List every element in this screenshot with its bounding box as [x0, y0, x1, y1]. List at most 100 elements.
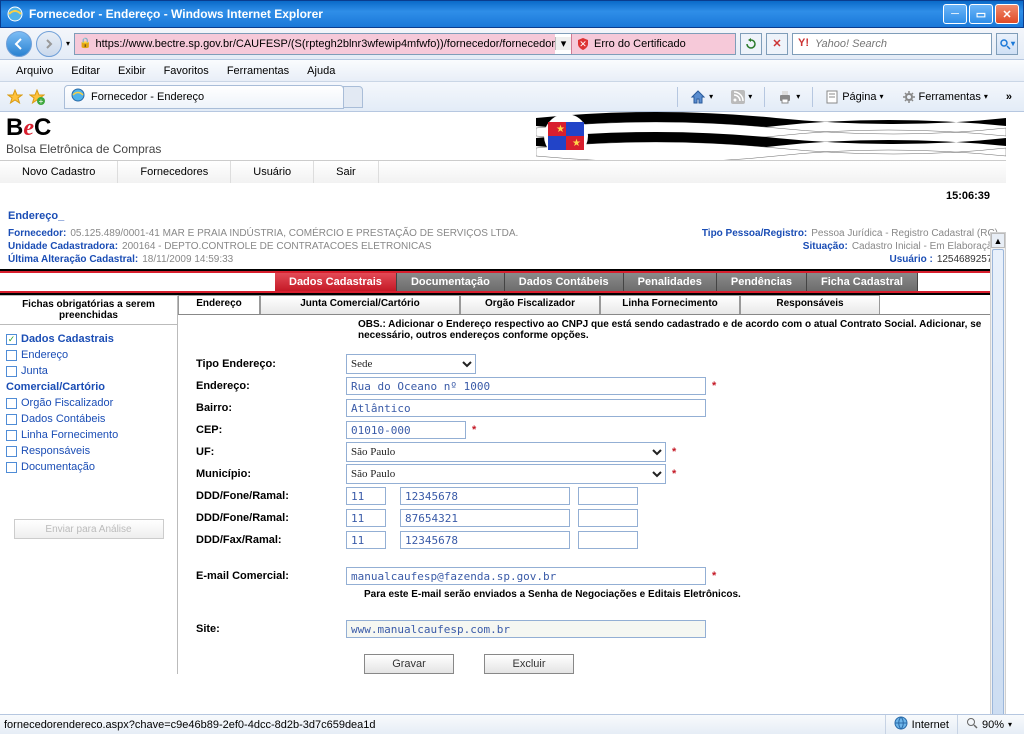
redtab-dados-contabeis[interactable]: Dados Contábeis	[505, 273, 624, 291]
address-bar[interactable]: 🔒 https://www.bectre.sp.gov.br/CAUFESP/(…	[74, 33, 736, 55]
menu-editar[interactable]: Editar	[63, 63, 108, 79]
favorites-star-icon[interactable]	[6, 88, 24, 106]
forward-button[interactable]	[36, 31, 62, 57]
unidade-value: 200164 - DEPTO.CONTROLE DE CONTRATACOES …	[122, 241, 432, 252]
cep-label: CEP:	[196, 424, 346, 436]
maximize-button[interactable]: ▭	[969, 4, 993, 24]
toolbar-overflow[interactable]: »	[1000, 86, 1018, 108]
scroll-thumb[interactable]	[992, 249, 1004, 714]
menu-ajuda[interactable]: Ajuda	[299, 63, 343, 79]
ddd3-input[interactable]	[346, 531, 386, 549]
vertical-scrollbar[interactable]: ▲ ▼	[990, 232, 1006, 714]
leftitem-endereco[interactable]: Endereço	[0, 347, 177, 363]
menu-favoritos[interactable]: Favoritos	[156, 63, 217, 79]
leftitem-documentacao[interactable]: Documentação	[0, 459, 177, 475]
subtab-responsaveis[interactable]: Responsáveis	[740, 295, 880, 314]
leftitem-responsaveis[interactable]: Responsáveis	[0, 443, 177, 459]
gravar-button[interactable]: Gravar	[364, 654, 454, 674]
nav-novo-cadastro[interactable]: Novo Cadastro	[0, 161, 118, 183]
subtab-linha[interactable]: Linha Fornecimento	[600, 295, 740, 314]
ddd1-input[interactable]	[346, 487, 386, 505]
status-text: fornecedorendereco.aspx?chave=c9e46b89-2…	[4, 719, 885, 731]
unidade-label: Unidade Cadastradora:	[8, 241, 118, 252]
subtab-orgao[interactable]: Orgão Fiscalizador	[460, 295, 600, 314]
address-form: Tipo Endereço: Sede Endereço: * Bairro: …	[178, 349, 1006, 674]
search-go-button[interactable]: ▾	[996, 33, 1018, 55]
excluir-button[interactable]: Excluir	[484, 654, 574, 674]
ramal1-input[interactable]	[578, 487, 638, 505]
redtab-pendencias[interactable]: Pendências	[717, 273, 807, 291]
enviar-analise-button[interactable]: Enviar para Análise	[14, 519, 164, 539]
ultima-value: 18/11/2009 14:59:33	[142, 254, 233, 265]
svg-text:Y!: Y!	[798, 37, 809, 49]
status-zone[interactable]: Internet	[885, 715, 957, 734]
leftgroup-comercial: Comercial/Cartório	[0, 379, 177, 395]
svg-text:★: ★	[572, 138, 581, 149]
home-button[interactable]: ▾	[684, 86, 719, 108]
tools-button[interactable]: Ferramentas▾	[896, 86, 994, 108]
situacao-value: Cadastro Inicial - Em Elaboração	[852, 241, 998, 252]
nav-bar: ▾ 🔒 https://www.bectre.sp.gov.br/CAUFESP…	[0, 28, 1024, 60]
leftitem-junta[interactable]: Junta	[0, 363, 177, 379]
menu-arquivo[interactable]: Arquivo	[8, 63, 61, 79]
nav-sair[interactable]: Sair	[314, 161, 379, 183]
subtab-endereco[interactable]: Endereço	[178, 295, 260, 314]
subtab-junta[interactable]: Junta Comercial/Cartório	[260, 295, 460, 314]
stop-button[interactable]: ✕	[766, 33, 788, 55]
back-button[interactable]	[6, 31, 32, 57]
redtab-ficha-cadastral[interactable]: Ficha Cadastral	[807, 273, 918, 291]
redtab-documentacao[interactable]: Documentação	[397, 273, 505, 291]
uf-label: UF:	[196, 446, 346, 458]
certificate-error[interactable]: ✕ Erro do Certificado	[571, 34, 735, 54]
tipo-endereco-select[interactable]: Sede	[346, 354, 476, 374]
status-bar: fornecedorendereco.aspx?chave=c9e46b89-2…	[0, 714, 1024, 734]
fone2-input[interactable]	[400, 509, 570, 527]
menu-ferramentas[interactable]: Ferramentas	[219, 63, 297, 79]
status-zoom[interactable]: 90% ▾	[957, 715, 1020, 734]
ie-tab-icon	[71, 88, 85, 105]
email-input[interactable]	[346, 567, 706, 585]
search-input[interactable]	[815, 38, 991, 50]
feeds-button[interactable]: ▾	[725, 86, 758, 108]
site-input[interactable]	[346, 620, 706, 638]
leftitem-orgao[interactable]: Orgão Fiscalizador	[0, 395, 177, 411]
close-button[interactable]: ✕	[995, 4, 1019, 24]
fone1-input[interactable]	[400, 487, 570, 505]
checkbox-icon	[6, 366, 17, 377]
uf-select[interactable]: São Paulo	[346, 442, 666, 462]
zoom-value: 90%	[982, 719, 1004, 731]
site-label: Site:	[196, 623, 346, 635]
bairro-input[interactable]	[346, 399, 706, 417]
ramal2-input[interactable]	[578, 509, 638, 527]
leftitem-linha[interactable]: Linha Fornecimento	[0, 427, 177, 443]
endereco-input[interactable]	[346, 377, 706, 395]
ramal3-input[interactable]	[578, 531, 638, 549]
nav-history-dropdown[interactable]: ▾	[66, 39, 70, 48]
menu-exibir[interactable]: Exibir	[110, 63, 154, 79]
zoom-dropdown-icon[interactable]: ▾	[1008, 720, 1012, 729]
ddd2-input[interactable]	[346, 509, 386, 527]
content-area: BeC Bolsa Eletrônica de Compras ★ ★	[0, 112, 1024, 714]
fax-input[interactable]	[400, 531, 570, 549]
municipio-select[interactable]: São Paulo	[346, 464, 666, 484]
leftgroup-label: Comercial/Cartório	[6, 381, 105, 393]
search-box[interactable]: Y!	[792, 33, 992, 55]
leftitem-dados-cadastrais[interactable]: ✓ Dados Cadastrais	[0, 331, 177, 347]
cep-input[interactable]	[346, 421, 466, 439]
nav-usuario[interactable]: Usuário	[231, 161, 314, 183]
scroll-up-button[interactable]: ▲	[991, 233, 1005, 248]
print-button[interactable]: ▾	[771, 86, 806, 108]
redtab-penalidades[interactable]: Penalidades	[624, 273, 717, 291]
new-tab-button[interactable]	[343, 86, 363, 108]
add-favorite-icon[interactable]: +	[28, 88, 46, 106]
browser-tab[interactable]: Fornecedor - Endereço	[64, 85, 344, 109]
nav-fornecedores[interactable]: Fornecedores	[118, 161, 231, 183]
redtab-dados-cadastrais[interactable]: Dados Cadastrais	[275, 273, 397, 291]
leftitem-contabeis[interactable]: Dados Contábeis	[0, 411, 177, 427]
address-dropdown[interactable]: ▾	[555, 37, 571, 50]
fone1-label: DDD/Fone/Ramal:	[196, 490, 346, 502]
window-titlebar: Fornecedor - Endereço - Windows Internet…	[0, 0, 1024, 28]
refresh-button[interactable]	[740, 33, 762, 55]
minimize-button[interactable]: ─	[943, 4, 967, 24]
page-button[interactable]: Página▾	[819, 86, 889, 108]
